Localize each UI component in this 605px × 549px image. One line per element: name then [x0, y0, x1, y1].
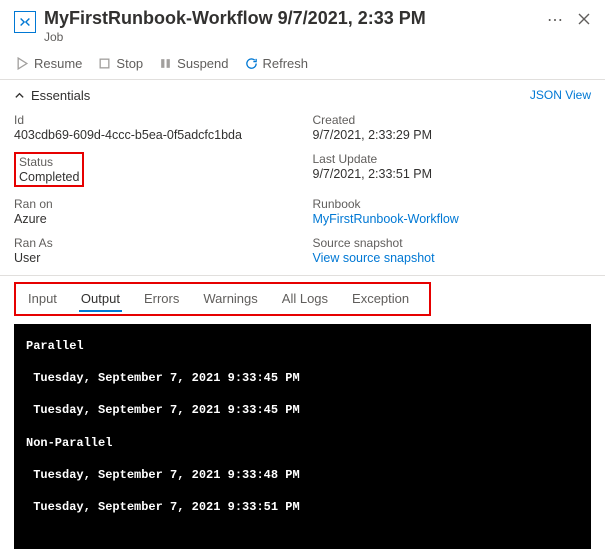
close-icon[interactable] — [577, 12, 591, 30]
essentials-field: Created9/7/2021, 2:33:29 PM — [313, 113, 592, 142]
essentials-field: Ran AsUser — [14, 236, 293, 265]
field-label: Source snapshot — [313, 236, 592, 250]
field-label: Ran on — [14, 197, 293, 211]
resume-button[interactable]: Resume — [16, 56, 82, 71]
essentials-field: RunbookMyFirstRunbook-Workflow — [313, 197, 592, 226]
field-value: Azure — [14, 211, 293, 226]
tab-warnings[interactable]: Warnings — [191, 284, 269, 314]
tab-exception[interactable]: Exception — [340, 284, 421, 314]
essentials-field: Ran onAzure — [14, 197, 293, 226]
field-label: Runbook — [313, 197, 592, 211]
essentials-toggle[interactable]: Essentials — [14, 88, 90, 103]
essentials-field: Source snapshotView source snapshot — [313, 236, 592, 265]
page-title: MyFirstRunbook-Workflow 9/7/2021, 2:33 P… — [44, 8, 539, 30]
field-label: Ran As — [14, 236, 293, 250]
essentials-field: Id403cdb69-609d-4ccc-b5ea-0f5adcfc1bda — [14, 113, 293, 142]
pause-icon — [159, 57, 172, 70]
refresh-label: Refresh — [263, 56, 309, 71]
suspend-label: Suspend — [177, 56, 228, 71]
json-view-link[interactable]: JSON View — [530, 88, 591, 102]
tab-output[interactable]: Output — [69, 284, 132, 314]
field-value: Completed — [19, 169, 79, 184]
runbook-job-icon — [14, 11, 36, 33]
tab-errors[interactable]: Errors — [132, 284, 191, 314]
tab-all-logs[interactable]: All Logs — [270, 284, 340, 314]
stop-button[interactable]: Stop — [98, 56, 143, 71]
field-label: Id — [14, 113, 293, 127]
essentials-label: Essentials — [31, 88, 90, 103]
field-label: Last Update — [313, 152, 592, 166]
field-value-link[interactable]: View source snapshot — [313, 250, 592, 265]
field-label: Created — [313, 113, 592, 127]
tabs-highlight: InputOutputErrorsWarningsAll LogsExcepti… — [14, 282, 431, 316]
field-value: User — [14, 250, 293, 265]
play-icon — [16, 57, 29, 70]
tab-input[interactable]: Input — [16, 284, 69, 314]
field-value: 9/7/2021, 2:33:51 PM — [313, 166, 592, 181]
command-bar: Resume Stop Suspend Refresh — [14, 50, 591, 79]
refresh-button[interactable]: Refresh — [245, 56, 309, 71]
chevron-up-icon — [14, 90, 25, 101]
field-value: 403cdb69-609d-4ccc-b5ea-0f5adcfc1bda — [14, 127, 293, 142]
resume-label: Resume — [34, 56, 82, 71]
essentials-grid: Id403cdb69-609d-4ccc-b5ea-0f5adcfc1bda Cr… — [14, 109, 591, 275]
field-value-link[interactable]: MyFirstRunbook-Workflow — [313, 211, 592, 226]
stop-icon — [98, 57, 111, 70]
page-subtitle: Job — [44, 30, 539, 44]
stop-label: Stop — [116, 56, 143, 71]
essentials-field: StatusCompleted — [14, 152, 293, 187]
field-value: 9/7/2021, 2:33:29 PM — [313, 127, 592, 142]
output-tabs: InputOutputErrorsWarningsAll LogsExcepti… — [16, 284, 421, 314]
output-console: Parallel Tuesday, September 7, 2021 9:33… — [14, 324, 591, 549]
suspend-button[interactable]: Suspend — [159, 56, 228, 71]
more-icon[interactable]: ⋯ — [547, 13, 563, 29]
field-label: Status — [19, 155, 79, 169]
essentials-field: Last Update9/7/2021, 2:33:51 PM — [313, 152, 592, 187]
refresh-icon — [245, 57, 258, 70]
